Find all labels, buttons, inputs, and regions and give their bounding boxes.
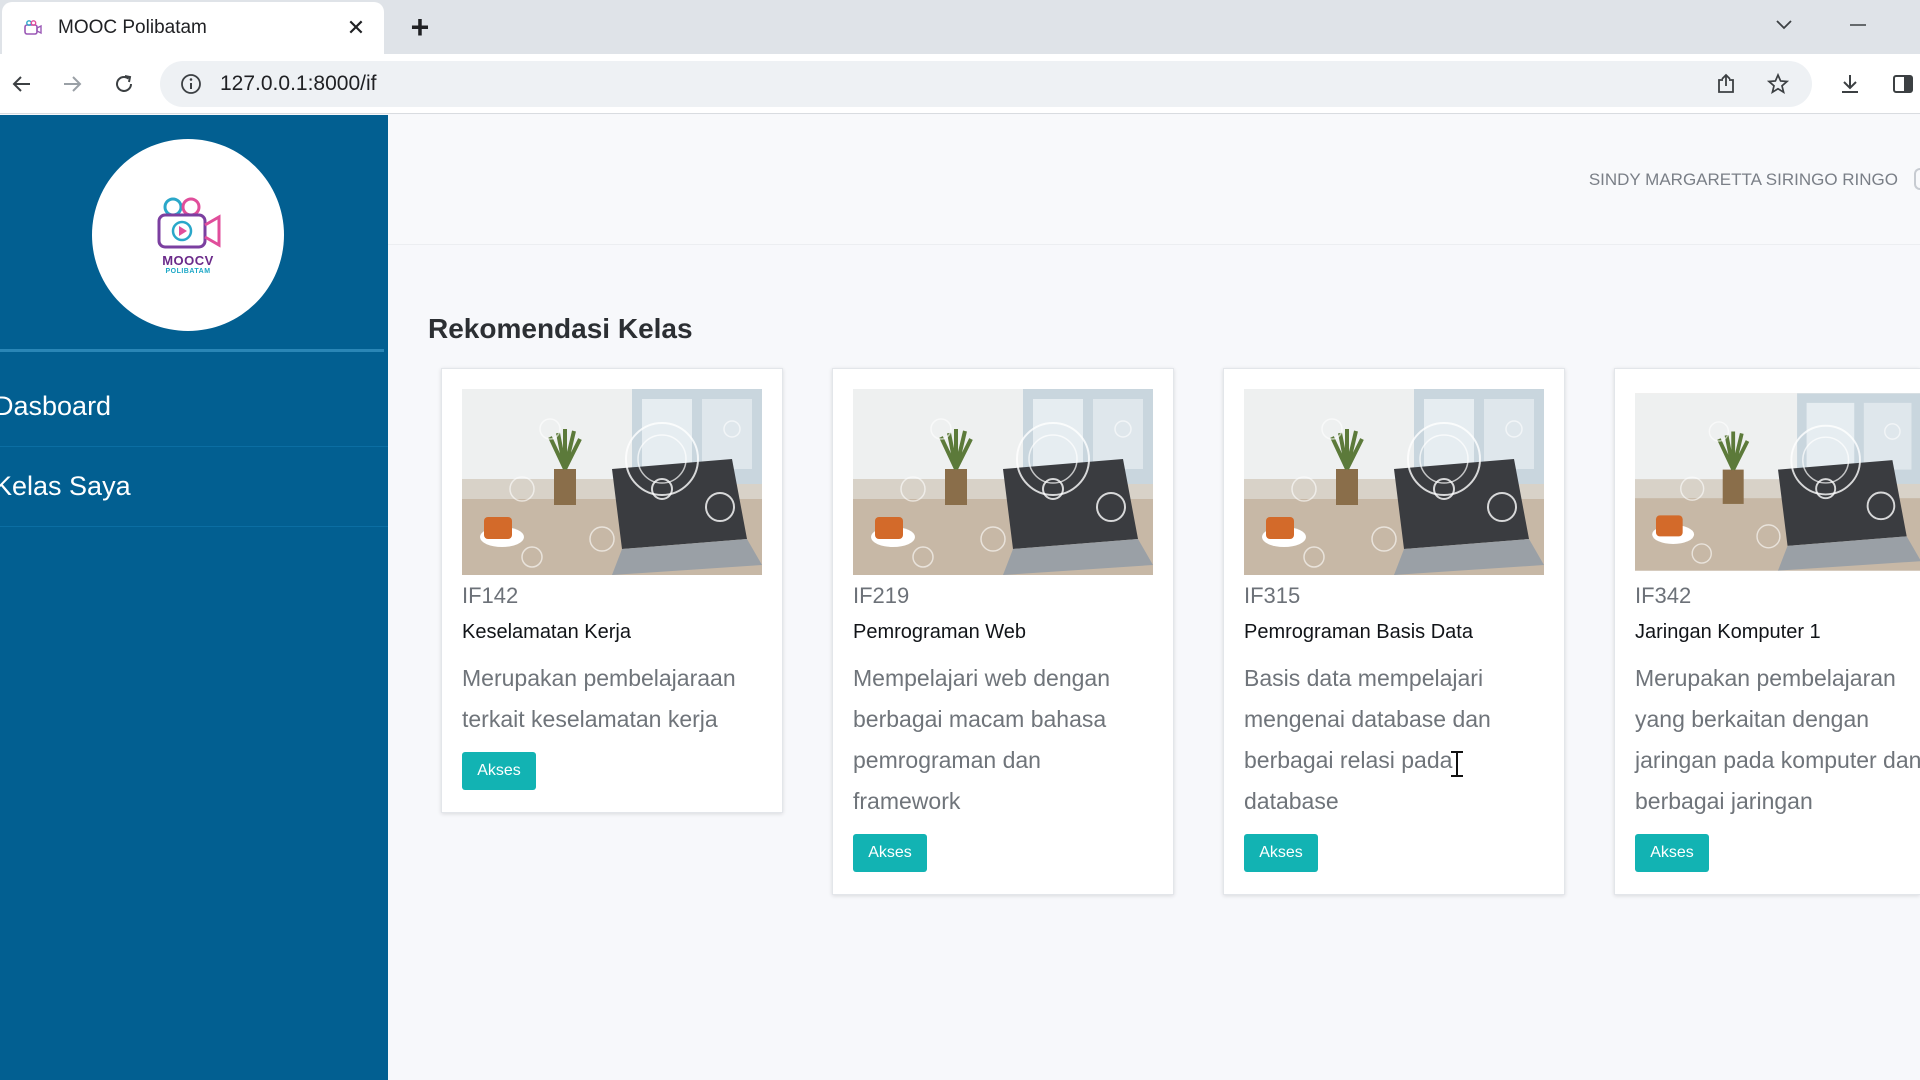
course-description: Basis data mempelajari mengenai database… [1244, 665, 1491, 814]
akses-button[interactable]: Akses [462, 752, 536, 790]
chevron-down-icon[interactable] [1766, 10, 1802, 40]
course-description: Merupakan pembelajaraan terkait keselama… [462, 665, 736, 732]
course-name: Pemrograman Basis Data [1244, 621, 1473, 643]
sidebar-item-kelas-saya[interactable]: Kelas Saya [0, 447, 388, 527]
course-card: IF342 Jaringan Komputer 1 Merupakan pemb… [1614, 368, 1920, 895]
course-code: IF315 [1244, 583, 1301, 608]
akses-button[interactable]: Akses [1635, 834, 1709, 872]
course-name: Jaringan Komputer 1 [1635, 621, 1821, 643]
course-card: IF315 Pemrograman Basis Data Basis data … [1223, 368, 1565, 895]
sidebar-item-dasboard[interactable]: Dasboard [0, 367, 388, 447]
sidebar: MOOCV POLIBATAM Dasboard Kelas Saya [0, 115, 388, 1080]
course-name: Keselamatan Kerja [462, 621, 631, 643]
course-name: Pemrograman Web [853, 621, 1027, 643]
star-icon[interactable] [1760, 66, 1796, 102]
sidebar-item-label: Dasboard [0, 391, 112, 421]
course-card: IF219 Pemrograman Web Mempelajari web de… [832, 368, 1174, 895]
close-icon[interactable]: ✕ [342, 14, 370, 42]
browser-tab-bar: MOOC Polibatam ✕ + [0, 0, 1920, 54]
course-code: IF142 [462, 583, 519, 608]
forward-icon[interactable] [54, 66, 90, 102]
course-card: IF142 Keselamatan Kerja Merupakan pembel… [441, 368, 783, 813]
favicon-icon [22, 17, 44, 39]
user-name[interactable]: SINDY MARGARETTA SIRINGO RINGO [1589, 170, 1898, 190]
camera-logo-icon [157, 197, 221, 249]
browser-toolbar: 127.0.0.1:8000/if [0, 54, 1920, 114]
minimize-icon[interactable] [1840, 10, 1876, 40]
url-text[interactable]: 127.0.0.1:8000/if [220, 72, 1708, 96]
info-icon[interactable] [176, 69, 206, 99]
top-header: SINDY MARGARETTA SIRINGO RINGO [388, 115, 1920, 245]
course-image [462, 389, 762, 575]
address-bar[interactable]: 127.0.0.1:8000/if [160, 61, 1812, 107]
sidebar-item-label: Kelas Saya [0, 471, 131, 501]
download-icon[interactable] [1832, 66, 1868, 102]
course-description: Mempelajari web dengan berbagai macam ba… [853, 665, 1110, 814]
text-cursor-icon [1451, 751, 1463, 777]
sidebar-divider [0, 349, 384, 352]
akses-button[interactable]: Akses [853, 834, 927, 872]
course-image [1244, 389, 1544, 575]
logo[interactable]: MOOCV POLIBATAM [92, 139, 284, 331]
logo-subtext: POLIBATAM [165, 268, 211, 275]
course-image [1635, 389, 1920, 575]
sidepanel-icon[interactable] [1886, 66, 1920, 102]
tab-title: MOOC Polibatam [58, 17, 207, 38]
browser-tab[interactable]: MOOC Polibatam ✕ [2, 2, 384, 54]
share-icon[interactable] [1708, 66, 1744, 102]
course-code: IF219 [853, 583, 910, 608]
course-code: IF342 [1635, 583, 1692, 608]
course-description: Merupakan pembelajaran yang berkaitan de… [1635, 665, 1920, 814]
logo-text: MOOCV [162, 253, 214, 268]
back-icon[interactable] [4, 66, 40, 102]
avatar[interactable] [1914, 168, 1920, 190]
akses-button[interactable]: Akses [1244, 834, 1318, 872]
course-image [853, 389, 1153, 575]
plus-icon[interactable]: + [402, 8, 438, 46]
reload-icon[interactable] [106, 66, 142, 102]
section-title: Rekomendasi Kelas [428, 313, 693, 344]
